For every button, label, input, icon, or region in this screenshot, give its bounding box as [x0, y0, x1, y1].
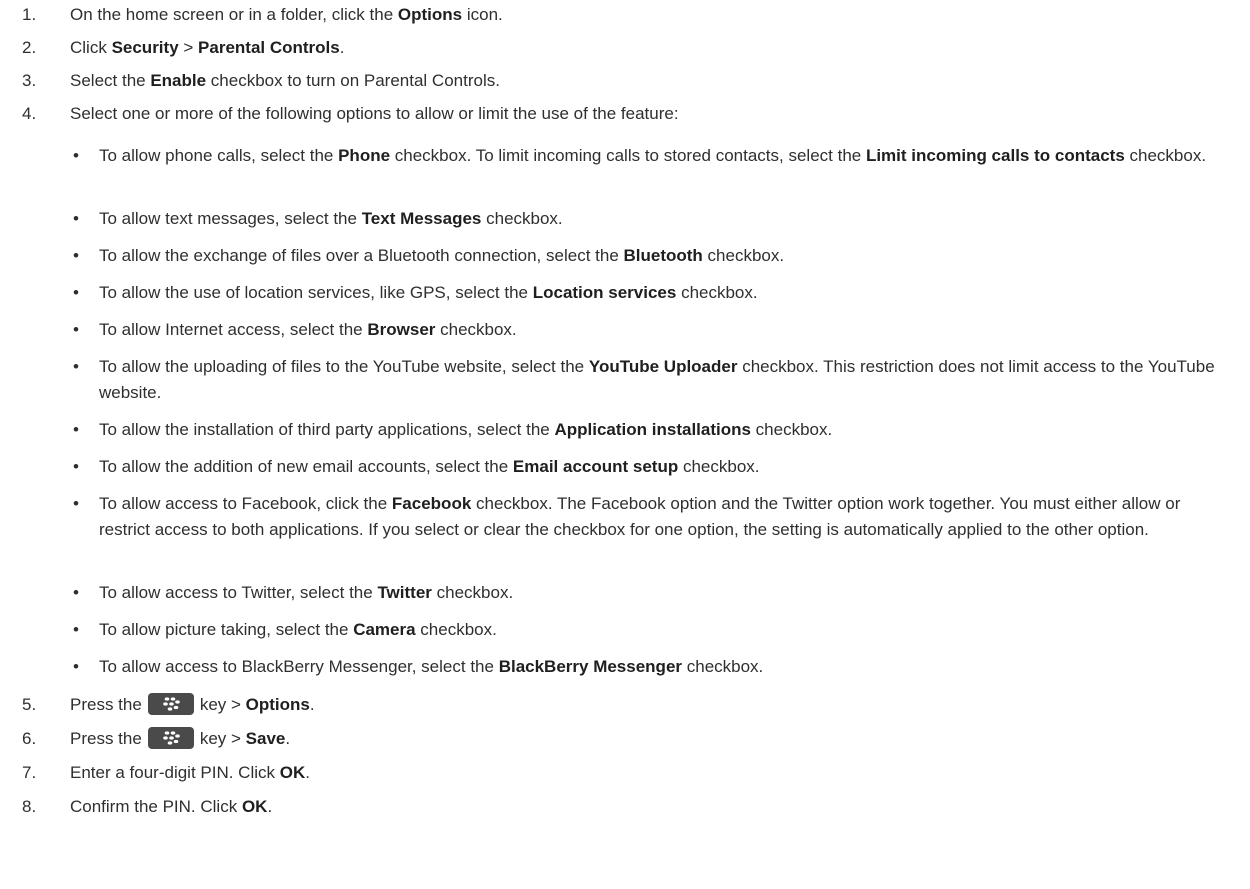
bullet-text: To allow access to Twitter, select the T…: [99, 583, 514, 602]
step-text: Select the Enable checkbox to turn on Pa…: [70, 71, 500, 90]
bullet-text: To allow the uploading of files to the Y…: [99, 357, 1215, 402]
bullet-glyph: •: [73, 283, 79, 302]
bullet-text: To allow text messages, select the Text …: [99, 209, 563, 228]
bullet-text: To allow access to Facebook, click the F…: [99, 494, 1181, 539]
step-text: On the home screen or in a folder, click…: [70, 5, 503, 24]
step-number: 5.: [22, 695, 37, 714]
step-number: 4.: [22, 104, 37, 123]
blackberry-menu-key-icon: [147, 726, 194, 749]
bullet-glyph: •: [73, 320, 79, 339]
bullet-text: To allow phone calls, select the Phone c…: [99, 146, 1207, 165]
bullet-glyph: •: [73, 146, 79, 165]
bullet-glyph: •: [73, 620, 79, 639]
step-text: Select one or more of the following opti…: [70, 104, 679, 123]
step-number: 3.: [22, 71, 37, 90]
step-text: Click Security > Parental Controls.: [70, 38, 345, 57]
bullet-glyph: •: [73, 657, 79, 676]
bullet-glyph: •: [73, 420, 79, 439]
bullet-text: To allow the installation of third party…: [99, 420, 833, 439]
blackberry-menu-key-icon: [147, 692, 194, 715]
bullet-glyph: •: [73, 494, 79, 513]
bullet-glyph: •: [73, 457, 79, 476]
step-text: Press the key > Save.: [70, 726, 290, 751]
bullet-text: To allow Internet access, select the Bro…: [99, 320, 517, 339]
bullet-glyph: •: [73, 583, 79, 602]
bullet-text: To allow the exchange of files over a Bl…: [99, 246, 785, 265]
step-number: 1.: [22, 5, 37, 24]
bullet-glyph: •: [73, 246, 79, 265]
step-text: Enter a four-digit PIN. Click OK.: [70, 763, 310, 782]
step-text: Press the key > Options.: [70, 692, 315, 717]
step-number: 2.: [22, 38, 37, 57]
bullet-glyph: •: [73, 357, 79, 376]
bullet-text: To allow access to BlackBerry Messenger,…: [99, 657, 764, 676]
bullet-text: To allow picture taking, select the Came…: [99, 620, 497, 639]
bullet-glyph: •: [73, 209, 79, 228]
step-text: Confirm the PIN. Click OK.: [70, 797, 273, 816]
bullet-text: To allow the addition of new email accou…: [99, 457, 760, 476]
step-number: 6.: [22, 729, 37, 748]
bullet-text: To allow the use of location services, l…: [99, 283, 758, 302]
step-number: 7.: [22, 763, 37, 782]
step-number: 8.: [22, 797, 37, 816]
